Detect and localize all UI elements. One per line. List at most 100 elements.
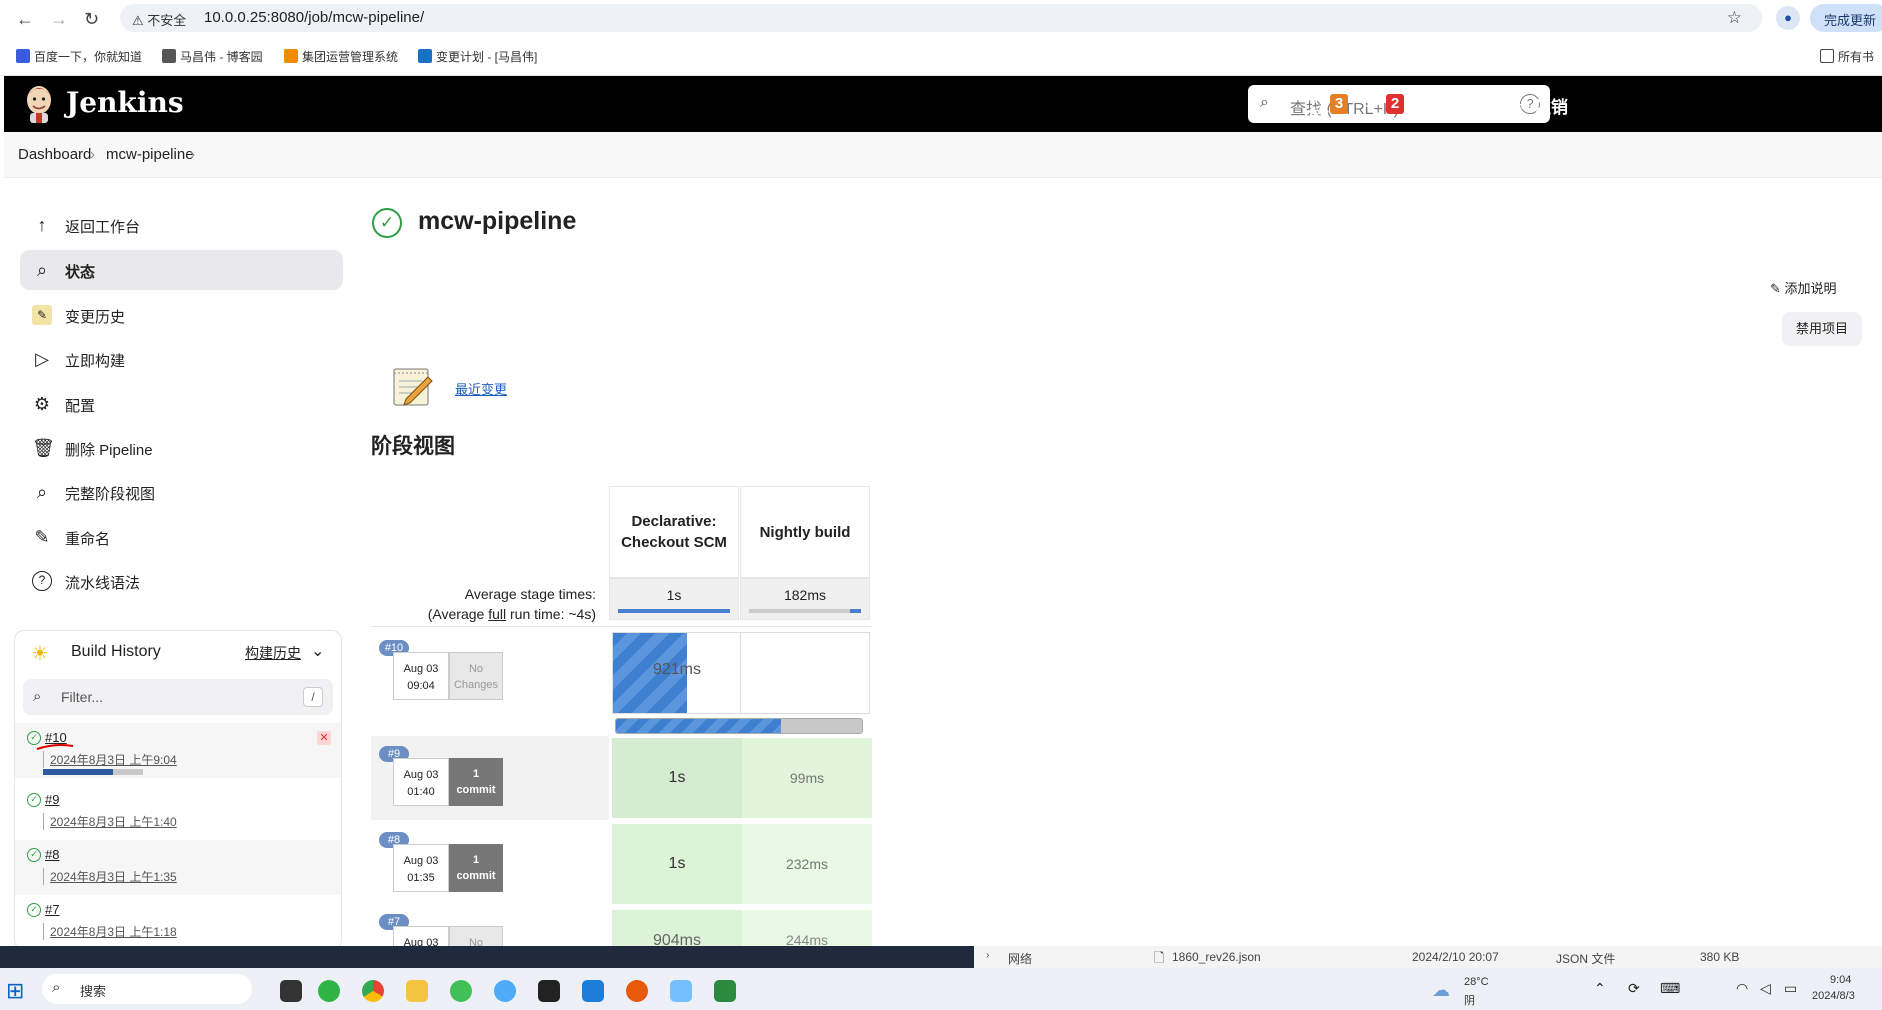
sidebar-item-full-stage-view[interactable]: ⌕ 完整阶段视图 xyxy=(20,472,343,512)
notepad-icon[interactable] xyxy=(714,980,736,1002)
recent-changes-link[interactable]: 最近变更 xyxy=(455,379,507,398)
sidebar-item-rename[interactable]: ✎ 重命名 xyxy=(20,517,343,557)
sync-icon[interactable]: ⟳ xyxy=(1628,980,1640,997)
network-folder[interactable]: 网络 xyxy=(1008,950,1032,967)
sidebar-item-back[interactable]: ↑ 返回工作台 xyxy=(20,205,343,245)
bookmark-change-plan[interactable]: 变更计划 - [马昌伟] xyxy=(418,48,537,65)
clock-date[interactable]: 2024/8/3 xyxy=(1812,990,1855,1002)
volume-icon[interactable]: ◁ xyxy=(1760,980,1771,997)
stage-cell-success[interactable]: 99ms xyxy=(742,738,872,818)
stage-cell-success[interactable]: 904ms xyxy=(612,910,742,946)
stage-cell-success[interactable]: 1s xyxy=(612,738,742,818)
file-size: 380 KB xyxy=(1700,950,1740,964)
chevron-down-icon[interactable]: ⌄ xyxy=(1488,95,1500,112)
clock-time[interactable]: 9:04 xyxy=(1830,974,1851,986)
logout-icon[interactable]: ⇥ xyxy=(1512,92,1529,117)
sidebar-item-delete[interactable]: 🗑︎ 删除 Pipeline xyxy=(20,428,343,468)
all-bookmarks[interactable]: 所有书 xyxy=(1820,48,1874,65)
jenkins-logo-icon[interactable] xyxy=(22,82,56,124)
terminal-icon[interactable] xyxy=(538,980,560,1002)
breadcrumb-job[interactable]: mcw-pipeline xyxy=(106,146,194,163)
url-text[interactable]: 10.0.0.25:8080/job/mcw-pipeline/ xyxy=(204,9,424,26)
run-row-7[interactable]: #7 Aug 03 No xyxy=(371,908,609,946)
sidebar-item-pipeline-syntax[interactable]: ? 流水线语法 xyxy=(20,561,343,601)
stage-cell-pending[interactable] xyxy=(740,632,870,714)
stage-cell-success[interactable]: 1s xyxy=(612,824,742,904)
notifications-badge[interactable]: 3 xyxy=(1330,94,1348,114)
build-row-7[interactable]: ✓ #7 2024年8月3日 上午1:18 xyxy=(15,895,341,949)
sidebar-item-build-now[interactable]: ▷ 立即构建 xyxy=(20,339,343,379)
chevron-up-icon[interactable]: ⌃ xyxy=(1594,980,1606,997)
sidebar-item-status[interactable]: ⌕ 状态 xyxy=(20,250,343,290)
run-changes[interactable]: 1 commit xyxy=(449,758,503,806)
build-date-link[interactable]: 2024年8月3日 上午1:40 xyxy=(43,813,177,830)
bell-icon[interactable]: 🔔︎ xyxy=(1306,92,1331,117)
user-icon[interactable]: ◉ xyxy=(1416,92,1433,117)
weather-desc[interactable]: 阴 xyxy=(1464,992,1475,1008)
build-date-link[interactable]: 2024年8月3日 上午1:35 xyxy=(43,868,177,885)
browser-360-icon[interactable] xyxy=(450,980,472,1002)
user-name[interactable]: 马昌伟 xyxy=(1440,93,1491,118)
file-explorer-row[interactable]: › 网络 🗋︎ 1860_rev26.json 2024/2/10 20:07 … xyxy=(974,946,1882,968)
stage-cell-success[interactable]: 232ms xyxy=(742,824,872,904)
build-date-link[interactable]: 2024年8月3日 上午9:04 xyxy=(43,751,177,768)
run-row-8[interactable]: #8 Aug 03 01:35 1 commit xyxy=(371,822,609,906)
security-badge[interactable]: 2 xyxy=(1386,94,1404,114)
build-number-link[interactable]: #7 xyxy=(45,902,59,917)
file-explorer-icon[interactable] xyxy=(406,980,428,1002)
update-button[interactable]: 完成更新 xyxy=(1810,4,1882,32)
run-changes[interactable]: No Changes xyxy=(449,652,503,700)
vm-icon[interactable] xyxy=(582,980,604,1002)
back-icon[interactable]: ← xyxy=(16,9,34,30)
chevron-down-icon[interactable]: ⌄ xyxy=(311,641,324,661)
shield-icon[interactable]: ⛉ xyxy=(1362,92,1377,115)
task-view-icon[interactable] xyxy=(280,980,302,1002)
build-row-9[interactable]: ✓ #9 2024年8月3日 上午1:40 xyxy=(15,785,341,840)
jenkins-brand[interactable]: Jenkins xyxy=(66,86,184,119)
run-changes[interactable]: No xyxy=(449,926,503,946)
chrome-icon[interactable] xyxy=(362,980,384,1002)
battery-icon[interactable]: ▭ xyxy=(1784,980,1797,997)
app-icon[interactable] xyxy=(626,980,648,1002)
file-name[interactable]: 1860_rev26.json xyxy=(1172,950,1261,964)
taskbar-search[interactable]: ⌕ 搜索 xyxy=(42,974,252,1004)
build-filter-input[interactable]: ⌕ Filter... / xyxy=(23,679,333,715)
wechat-icon[interactable] xyxy=(318,980,340,1002)
build-number-link[interactable]: #9 xyxy=(45,792,59,807)
bookmark-cnblogs[interactable]: 马昌伟 - 博客园 xyxy=(162,48,263,65)
breadcrumb-separator-icon[interactable]: › xyxy=(190,146,195,163)
bookmark-star-icon[interactable]: ☆ xyxy=(1727,8,1742,28)
logout-link[interactable]: 注销 xyxy=(1534,93,1568,118)
weather-temp[interactable]: 28°C xyxy=(1464,976,1489,988)
build-row-8[interactable]: ✓ #8 2024年8月3日 上午1:35 xyxy=(15,840,341,895)
build-number-link[interactable]: #8 xyxy=(45,847,59,862)
monitor-icon[interactable] xyxy=(670,980,692,1002)
add-description-link[interactable]: ✎ 添加说明 xyxy=(1770,278,1837,297)
cancel-build-icon[interactable]: ✕ xyxy=(317,731,331,745)
run-row-10[interactable]: #10 Aug 03 09:04 No Changes xyxy=(371,630,609,714)
breadcrumb-dashboard[interactable]: Dashboard xyxy=(18,146,91,163)
stage-cell-running[interactable]: 921ms xyxy=(612,632,742,714)
app-icon[interactable] xyxy=(494,980,516,1002)
bookmark-baidu[interactable]: 百度一下，你就知道 xyxy=(16,48,142,65)
run-changes[interactable]: 1 commit xyxy=(449,844,503,892)
insecure-warning[interactable]: ⚠ 不安全 xyxy=(132,10,186,29)
input-method-icon[interactable]: ⌨ xyxy=(1660,980,1680,997)
build-history-link[interactable]: 构建历史 xyxy=(245,643,301,663)
disable-project-button[interactable]: 禁用项目 xyxy=(1782,312,1862,346)
address-bar[interactable]: ⚠ 不安全 10.0.0.25:8080/job/mcw-pipeline/ ☆ xyxy=(120,4,1762,32)
build-date-link[interactable]: 2024年8月3日 上午1:18 xyxy=(43,923,177,940)
build-row-10[interactable]: ✓ #10 2024年8月3日 上午9:04 ✕ xyxy=(15,723,341,778)
bookmark-group-ops[interactable]: 集团运营管理系统 xyxy=(284,48,398,65)
run-row-9[interactable]: #9 Aug 03 01:40 1 commit xyxy=(371,736,609,820)
sidebar-item-configure[interactable]: ⚙ 配置 xyxy=(20,384,343,424)
forward-icon[interactable]: → xyxy=(50,9,68,30)
reload-icon[interactable]: ↻ xyxy=(84,9,99,30)
profile-icon[interactable]: ● xyxy=(1776,6,1800,30)
windows-start-icon[interactable]: ⊞ xyxy=(6,978,24,1004)
sidebar-item-changes[interactable]: ✎ 变更历史 xyxy=(20,295,343,335)
stage-cell-success[interactable]: 244ms xyxy=(742,910,872,946)
cloud-icon[interactable]: ☁ xyxy=(1432,980,1450,1001)
full-run-link[interactable]: full xyxy=(488,606,506,622)
wifi-icon[interactable]: ◠ xyxy=(1736,980,1748,997)
